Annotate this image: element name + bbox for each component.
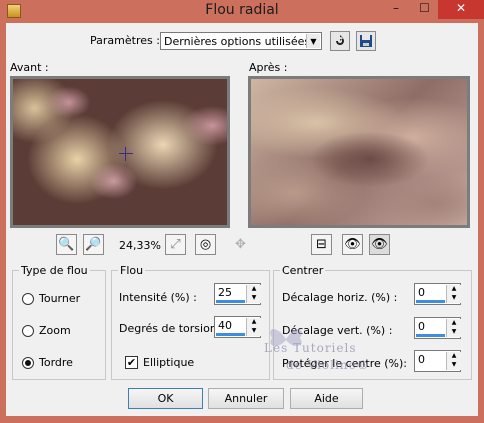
- before-label: Avant :: [10, 61, 49, 74]
- radio-zoom-label[interactable]: Zoom: [39, 324, 71, 337]
- split-view-button[interactable]: ⊟: [311, 234, 332, 255]
- move-icon: ✥: [235, 237, 246, 252]
- intensity-field[interactable]: 25 ▲ ▼: [214, 283, 261, 305]
- h-offset-stepper[interactable]: ▲ ▼: [446, 285, 461, 303]
- elliptic-checkbox[interactable]: ✔: [125, 356, 138, 369]
- radio-tourner-label[interactable]: Tourner: [39, 292, 80, 305]
- save-preset-button[interactable]: [356, 31, 376, 51]
- auto-proof-button[interactable]: 👁: [369, 234, 390, 255]
- v-offset-bar: [416, 334, 445, 337]
- split-view-icon: ⊟: [316, 237, 327, 252]
- v-offset-field[interactable]: 0 ▲ ▼: [414, 317, 461, 339]
- minimize-button[interactable]: –: [382, 0, 410, 19]
- center-group: Centrer Décalage horiz. (%) : 0 ▲ ▼ Décal…: [273, 264, 472, 380]
- v-offset-stepper[interactable]: ▲ ▼: [446, 319, 461, 337]
- increment-icon[interactable]: ▲: [447, 352, 461, 361]
- actual-size-icon: ◎: [199, 237, 212, 252]
- increment-icon[interactable]: ▲: [447, 285, 461, 294]
- title-bar[interactable]: Flou radial – ☐ ✕: [0, 0, 484, 22]
- zoom-out-button[interactable]: 🔍: [56, 234, 77, 255]
- reset-preset-button[interactable]: [330, 31, 350, 51]
- zoom-in-button[interactable]: 🔎: [83, 234, 104, 255]
- eye-lock-icon: 👁: [344, 237, 361, 252]
- blur-type-group: Type de flou Tourner Zoom Tordre: [12, 264, 106, 380]
- torsion-label: Degrés de torsion :: [119, 322, 224, 335]
- blur-title: Flou: [118, 264, 146, 277]
- fit-view-icon: ⤢: [170, 237, 181, 252]
- protect-center-stepper[interactable]: ▲ ▼: [446, 352, 461, 370]
- h-offset-label: Décalage horiz. (%) :: [282, 291, 398, 304]
- intensity-bar: [216, 300, 245, 303]
- ok-button[interactable]: OK: [128, 388, 203, 409]
- v-offset-label: Décalage vert. (%) :: [282, 324, 393, 337]
- dialog-body: Paramètres : Dernières options utilisées…: [6, 23, 478, 416]
- close-button[interactable]: ✕: [438, 0, 484, 19]
- h-offset-value: 0: [418, 286, 425, 299]
- blur-group: Flou Intensité (%) : 25 ▲ ▼ Degrés de tor…: [111, 264, 270, 380]
- proof-button[interactable]: 👁: [342, 234, 363, 255]
- increment-icon[interactable]: ▲: [247, 318, 261, 327]
- save-icon: [360, 35, 372, 47]
- zoom-out-icon: 🔍: [58, 237, 75, 252]
- blur-type-title: Type de flou: [19, 264, 90, 277]
- decrement-icon[interactable]: ▼: [447, 294, 461, 303]
- crosshair-icon[interactable]: [119, 147, 133, 161]
- torsion-stepper[interactable]: ▲ ▼: [246, 318, 261, 336]
- intensity-label: Intensité (%) :: [119, 291, 197, 304]
- h-offset-field[interactable]: 0 ▲ ▼: [414, 283, 461, 305]
- actual-size-button[interactable]: ◎: [195, 234, 216, 255]
- elliptic-label[interactable]: Elliptique: [143, 356, 194, 369]
- protect-center-value: 0: [418, 353, 425, 366]
- v-offset-value: 0: [418, 320, 425, 333]
- protect-center-field[interactable]: 0 ▲ ▼: [414, 350, 461, 372]
- decrement-icon[interactable]: ▼: [247, 294, 261, 303]
- intensity-stepper[interactable]: ▲ ▼: [246, 285, 261, 303]
- presets-select-value: Dernières options utilisées: [164, 35, 311, 48]
- radio-tordre[interactable]: [22, 357, 34, 369]
- presets-select[interactable]: Dernières options utilisées ▼: [160, 32, 322, 50]
- zoom-level: 24,33%: [119, 239, 161, 252]
- chevron-down-icon[interactable]: ▼: [306, 34, 320, 48]
- torsion-bar: [216, 333, 245, 336]
- radio-zoom[interactable]: [22, 325, 34, 337]
- before-preview[interactable]: [10, 76, 230, 228]
- center-title: Centrer: [280, 264, 326, 277]
- protect-center-label: Protéger le centre (%):: [282, 357, 408, 370]
- radio-tourner[interactable]: [22, 293, 34, 305]
- torsion-value: 40: [218, 319, 232, 332]
- presets-label: Paramètres :: [90, 34, 160, 47]
- torsion-field[interactable]: 40 ▲ ▼: [214, 316, 261, 338]
- h-offset-bar: [416, 300, 445, 303]
- fit-view-button[interactable]: ⤢: [165, 234, 186, 255]
- after-preview: [248, 76, 470, 228]
- decrement-icon[interactable]: ▼: [247, 327, 261, 336]
- dialog-window: Flou radial – ☐ ✕ Paramètres : Dernières…: [0, 0, 484, 423]
- increment-icon[interactable]: ▲: [247, 285, 261, 294]
- zoom-in-icon: 🔎: [85, 237, 102, 252]
- decrement-icon[interactable]: ▼: [447, 361, 461, 370]
- reset-icon: [336, 35, 344, 45]
- checkmark-icon: ✔: [126, 356, 137, 369]
- maximize-button[interactable]: ☐: [411, 0, 438, 19]
- after-label: Après :: [249, 61, 288, 74]
- help-button[interactable]: Aide: [290, 388, 363, 409]
- radio-tordre-label[interactable]: Tordre: [39, 356, 73, 369]
- intensity-value: 25: [218, 286, 232, 299]
- cancel-button[interactable]: Annuler: [208, 388, 284, 409]
- increment-icon[interactable]: ▲: [447, 319, 461, 328]
- decrement-icon[interactable]: ▼: [447, 328, 461, 337]
- eye-icon: 👁: [371, 237, 388, 252]
